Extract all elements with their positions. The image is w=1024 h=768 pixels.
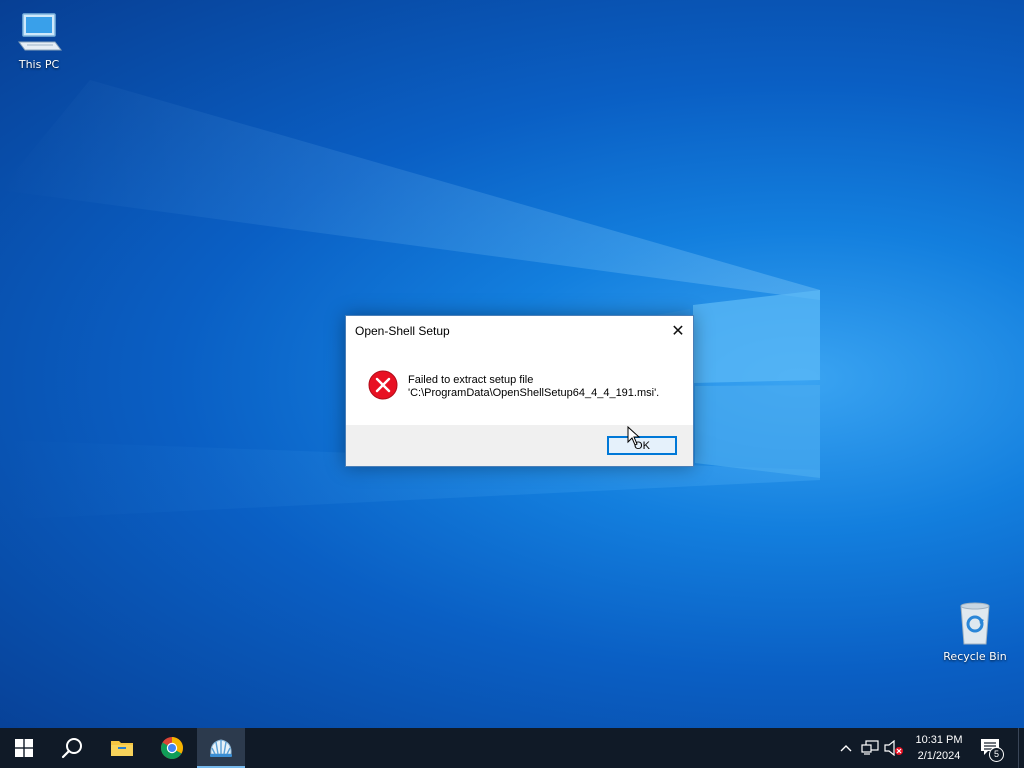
open-shell-setup-dialog: Open-Shell Setup ✕ Failed to extract set…	[345, 315, 694, 467]
close-button[interactable]: ✕	[663, 316, 693, 344]
file-explorer-button[interactable]	[98, 728, 146, 768]
message-line-2: 'C:\ProgramData\OpenShellSetup64_4_4_191…	[408, 387, 660, 399]
folder-icon	[111, 741, 133, 756]
notification-count-badge: 5	[989, 747, 1004, 762]
shell-icon	[210, 739, 232, 757]
chrome-button[interactable]	[148, 728, 196, 768]
search-button[interactable]	[48, 728, 96, 768]
error-icon	[368, 370, 398, 400]
volume-muted-icon	[884, 740, 903, 756]
desktop-icon-label: Recycle Bin	[943, 650, 1007, 663]
desktop-icon-this-pc[interactable]: This PC	[1, 8, 77, 71]
open-shell-setup-taskbar-button[interactable]	[197, 728, 245, 768]
dialog-title: Open-Shell Setup	[355, 324, 450, 338]
desktop: This PC Recycle Bin Open-Shell Setup ✕ F…	[0, 0, 1024, 728]
network-icon	[861, 740, 879, 755]
mouse-cursor-icon	[627, 426, 641, 446]
action-center-button[interactable]: 5	[978, 736, 1006, 762]
system-clock[interactable]: 10:31 PM 2/1/2024	[908, 732, 970, 764]
network-tray-button[interactable]	[860, 738, 880, 758]
desktop-icon-label: This PC	[18, 58, 60, 71]
show-desktop-button[interactable]	[1018, 728, 1024, 768]
search-icon	[61, 738, 82, 759]
windows-logo-icon	[15, 739, 33, 757]
desktop-icon-recycle-bin[interactable]: Recycle Bin	[937, 600, 1013, 663]
volume-tray-button[interactable]	[884, 738, 904, 758]
chevron-up-icon	[840, 745, 852, 752]
clock-date: 2/1/2024	[917, 750, 961, 762]
show-hidden-icons-button[interactable]	[836, 738, 856, 758]
chrome-icon	[161, 737, 183, 759]
dialog-message: Failed to extract setup file 'C:\Program…	[408, 374, 659, 400]
close-icon: ✕	[671, 320, 685, 340]
message-line-1: Failed to extract setup file	[408, 374, 534, 386]
recycle-bin-icon	[960, 602, 990, 645]
start-button[interactable]	[0, 728, 48, 768]
computer-icon	[18, 13, 62, 51]
ok-button[interactable]: OK	[607, 436, 677, 455]
taskbar: 10:31 PM 2/1/2024 5	[0, 728, 1024, 768]
clock-time: 10:31 PM	[915, 734, 963, 746]
